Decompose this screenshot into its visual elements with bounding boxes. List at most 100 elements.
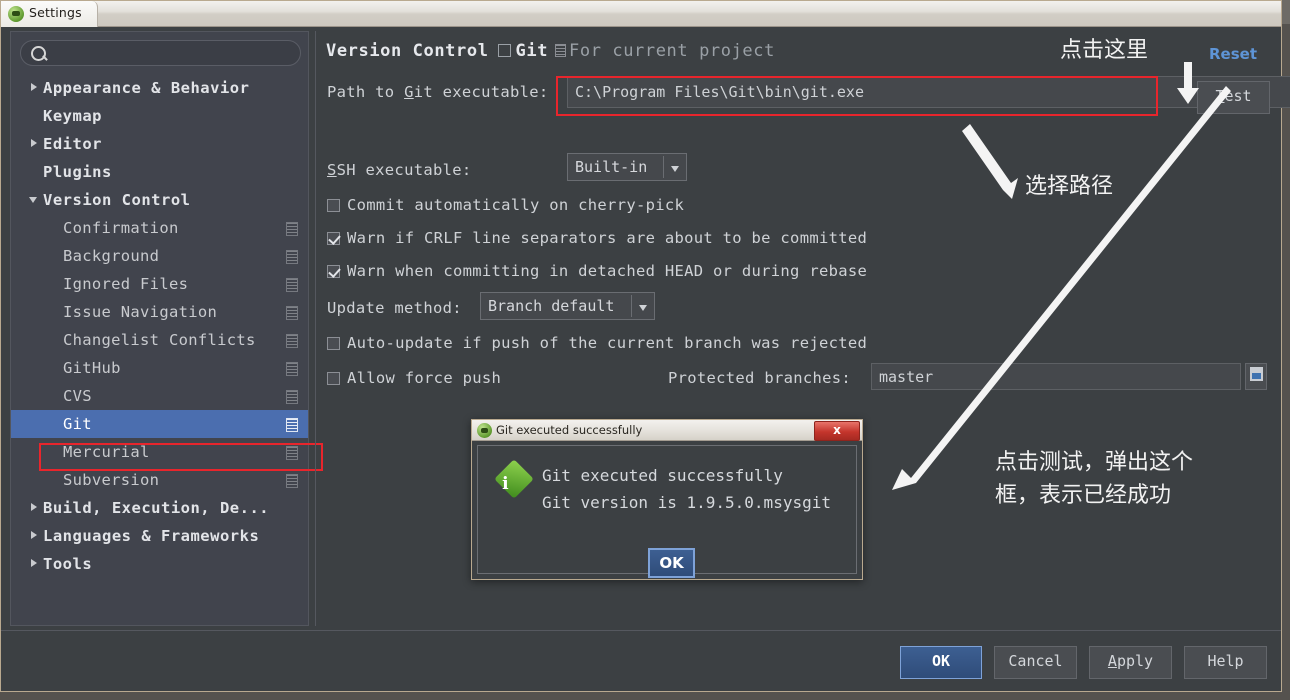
- sidebar-item-github[interactable]: GitHub: [11, 354, 308, 382]
- annotation-test-note-1: 点击测试，弹出这个: [995, 450, 1194, 475]
- sidebar-item-label: Build, Execution, De...: [43, 499, 270, 517]
- dialog-title: Git executed successfully: [496, 423, 643, 437]
- path-label: Path to Git executable:: [327, 83, 549, 101]
- ssh-label: SSH executable:: [327, 161, 472, 179]
- close-icon[interactable]: x: [814, 421, 860, 441]
- label-warn-detached: Warn when committing in detached HEAD or…: [347, 262, 868, 280]
- search-field-wrapper[interactable]: [20, 40, 301, 66]
- config-indicator-icon: [286, 306, 298, 320]
- chevron-right-icon[interactable]: [31, 139, 37, 147]
- config-indicator-icon: [286, 334, 298, 348]
- git-path-input[interactable]: C:\Program Files\Git\bin\git.exe: [567, 76, 1290, 108]
- checkbox-warn-crlf[interactable]: [327, 232, 340, 245]
- sidebar-item-ignored-files[interactable]: Ignored Files: [11, 270, 308, 298]
- sidebar-item-confirmation[interactable]: Confirmation: [11, 214, 308, 242]
- checkbox-auto-update[interactable]: [327, 337, 340, 350]
- git-success-dialog: Git executed successfully x i Git execut…: [471, 419, 863, 580]
- dialog-message: Git executed successfully Git version is…: [542, 466, 831, 512]
- sidebar-item-label: Mercurial: [63, 443, 150, 461]
- annotation-click-here: 点击这里: [1060, 38, 1149, 63]
- ssh-executable-value: Built-in: [575, 158, 648, 176]
- panel-header: Version Control Git For current project: [326, 41, 775, 61]
- label-auto-update: Auto-update if push of the current branc…: [347, 334, 868, 352]
- checkbox-cherry-pick[interactable]: [327, 199, 340, 212]
- dialog-ok-button[interactable]: OK: [648, 548, 695, 578]
- test-label-rest: est: [1224, 87, 1252, 105]
- sidebar-item-issue-navigation[interactable]: Issue Navigation: [11, 298, 308, 326]
- scope-checkbox[interactable]: [497, 44, 511, 57]
- sidebar-item-changelist-conflicts[interactable]: Changelist Conflicts: [11, 326, 308, 354]
- config-indicator-icon: [286, 474, 298, 488]
- sidebar-item-editor[interactable]: Editor: [11, 130, 308, 158]
- sidebar-item-label: Version Control: [43, 191, 191, 209]
- sidebar-item-build-execution-de[interactable]: Build, Execution, De...: [11, 494, 308, 522]
- sidebar-item-subversion[interactable]: Subversion: [11, 466, 308, 494]
- test-button[interactable]: Test: [1197, 81, 1270, 114]
- sidebar-item-keymap[interactable]: Keymap: [11, 102, 308, 130]
- sidebar-item-label: Keymap: [43, 107, 102, 125]
- sidebar-item-tools[interactable]: Tools: [11, 550, 308, 578]
- update-method-value: Branch default: [488, 297, 615, 315]
- apply-button[interactable]: Apply: [1089, 646, 1172, 679]
- config-indicator-icon: [286, 390, 298, 404]
- chevron-right-icon[interactable]: [31, 559, 37, 567]
- chevron-right-icon[interactable]: [31, 83, 37, 91]
- config-indicator-icon: [286, 222, 298, 236]
- sidebar-item-label: Issue Navigation: [63, 303, 218, 321]
- sidebar-item-label: Appearance & Behavior: [43, 79, 250, 97]
- sidebar-item-cvs[interactable]: CVS: [11, 382, 308, 410]
- sidebar-item-label: Plugins: [43, 163, 112, 181]
- help-button[interactable]: Help: [1184, 646, 1267, 679]
- dialog-app-icon: [477, 423, 492, 438]
- update-method-select[interactable]: Branch default: [480, 292, 655, 320]
- config-indicator-icon: [286, 278, 298, 292]
- sidebar-item-version-control[interactable]: Version Control: [11, 186, 308, 214]
- cancel-button[interactable]: Cancel: [994, 646, 1077, 679]
- settings-sidebar: Appearance & Behavior Keymap Editor Plugins…: [10, 31, 323, 626]
- sidebar-item-label: Changelist Conflicts: [63, 331, 256, 349]
- sidebar-item-mercurial[interactable]: Mercurial: [11, 438, 308, 466]
- sidebar-item-label: Git: [63, 415, 92, 433]
- reset-link[interactable]: Reset: [1209, 45, 1257, 63]
- chevron-right-icon[interactable]: [31, 503, 37, 511]
- checkbox-warn-detached[interactable]: [327, 265, 340, 278]
- label-warn-crlf: Warn if CRLF line separators are about t…: [347, 229, 868, 247]
- config-indicator-icon: [286, 250, 298, 264]
- sidebar-item-background[interactable]: Background: [11, 242, 308, 270]
- protected-branches-input[interactable]: master: [871, 363, 1241, 390]
- sidebar-item-label: Background: [63, 247, 160, 265]
- config-indicator-icon: [286, 362, 298, 376]
- apply-mnemonic: A: [1107, 652, 1117, 670]
- scope-config-icon: [555, 44, 567, 57]
- sidebar-item-label: CVS: [63, 387, 92, 405]
- breadcrumb: Version Control: [326, 41, 489, 61]
- screen: Settings Appearance & Behavior Keymap Edit…: [0, 0, 1290, 700]
- chevron-down-icon[interactable]: [29, 197, 37, 203]
- config-indicator-icon: [286, 418, 298, 432]
- annotation-choose-path: 选择路径: [1025, 174, 1114, 199]
- chevron-right-icon[interactable]: [31, 531, 37, 539]
- sidebar-item-plugins[interactable]: Plugins: [11, 158, 308, 186]
- window-title: Settings: [29, 5, 82, 20]
- sidebar-item-label: Ignored Files: [63, 275, 189, 293]
- app-logo-icon: [8, 6, 24, 22]
- search-icon: [31, 46, 46, 61]
- sidebar-item-git[interactable]: Git: [11, 410, 308, 438]
- ssh-executable-select[interactable]: Built-in: [567, 153, 687, 181]
- search-input[interactable]: [20, 40, 301, 66]
- protected-branches-edit-button[interactable]: [1245, 363, 1267, 390]
- info-icon-glyph: i: [502, 474, 509, 495]
- config-indicator-icon: [286, 446, 298, 460]
- ok-button[interactable]: OK: [900, 646, 982, 679]
- chevron-down-icon: [671, 166, 679, 172]
- sidebar-item-languages-frameworks[interactable]: Languages & Frameworks: [11, 522, 308, 550]
- sidebar-item-label: Subversion: [63, 471, 160, 489]
- sidebar-item-label: Languages & Frameworks: [43, 527, 260, 545]
- apply-label-rest: pply: [1116, 652, 1154, 670]
- settings-window: Settings Appearance & Behavior Keymap Edit…: [0, 0, 1290, 692]
- checkbox-force-push[interactable]: [327, 372, 340, 385]
- sidebar-item-appearance-behavior[interactable]: Appearance & Behavior: [11, 74, 308, 102]
- panel-divider: [315, 31, 316, 626]
- combo-separator: [663, 156, 664, 178]
- scope-label: For current project: [569, 41, 775, 61]
